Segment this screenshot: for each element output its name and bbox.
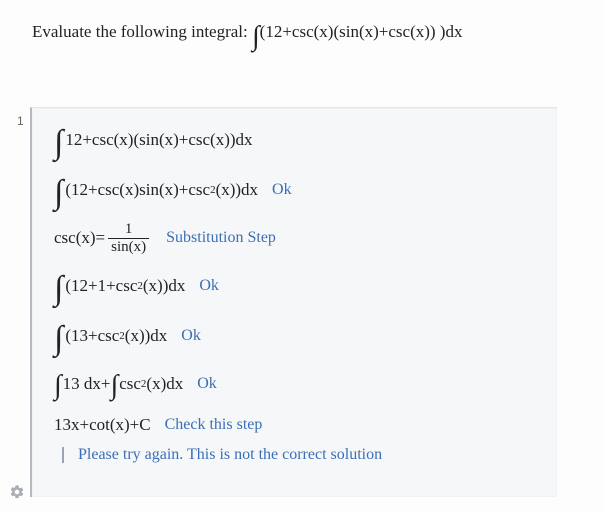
worksheet-inner: ∫12+csc(x)(sin(x)+csc(x))dx ∫(12+csc(x)s…: [32, 108, 557, 470]
feedback-row: Please try again. This is not the correc…: [54, 446, 545, 464]
step-row[interactable]: csc(x)=1sin(x) Substitution Step: [54, 218, 545, 258]
step-row[interactable]: 13x+cot(x)+C Check this step: [54, 410, 545, 440]
step-expression: ∫12+csc(x)(sin(x)+csc(x))dx: [54, 128, 253, 152]
step-row[interactable]: ∫(13+csc2(x))dx Ok: [54, 314, 545, 358]
step-status[interactable]: Ok: [181, 327, 201, 345]
step-row[interactable]: ∫(12+1+csc2(x))dx Ok: [54, 264, 545, 308]
step-expression: ∫(12+csc(x)sin(x)+csc2(x))dx: [54, 178, 258, 202]
step-row[interactable]: ∫13 dx+∫csc2(x)dx Ok: [54, 364, 545, 404]
step-status[interactable]: Check this step: [165, 416, 263, 434]
prompt-expression: ∫(12+csc(x)(sin(x)+csc(x)) )dx: [252, 22, 462, 41]
step-expression: ∫(12+1+csc2(x))dx: [54, 274, 185, 298]
step-row[interactable]: ∫12+csc(x)(sin(x)+csc(x))dx: [54, 118, 545, 162]
prompt-label: Evaluate the following integral:: [32, 22, 248, 41]
step-row[interactable]: ∫(12+csc(x)sin(x)+csc2(x))dx Ok: [54, 168, 545, 212]
step-expression: ∫(13+csc2(x))dx: [54, 324, 167, 348]
worksheet-panel[interactable]: ∫12+csc(x)(sin(x)+csc(x))dx ∫(12+csc(x)s…: [30, 107, 557, 497]
prompt-expr-text: (12+csc(x)(sin(x)+csc(x)) )dx: [260, 22, 463, 41]
step-expression: csc(x)=1sin(x): [54, 222, 152, 255]
cursor-bar-icon: [62, 447, 64, 463]
feedback-message: Please try again. This is not the correc…: [78, 446, 382, 464]
page: Evaluate the following integral: ∫(12+cs…: [0, 0, 604, 512]
step-status[interactable]: Ok: [272, 181, 292, 199]
line-number-1: 1: [17, 114, 24, 128]
step-expression: ∫13 dx+∫csc2(x)dx: [54, 374, 183, 394]
step-status[interactable]: Ok: [199, 277, 219, 295]
step-status[interactable]: Ok: [197, 375, 217, 393]
step-expression: 13x+cot(x)+C: [54, 415, 151, 435]
gear-icon[interactable]: [9, 484, 25, 500]
step-status[interactable]: Substitution Step: [166, 229, 276, 247]
problem-prompt: Evaluate the following integral: ∫(12+cs…: [32, 20, 462, 48]
